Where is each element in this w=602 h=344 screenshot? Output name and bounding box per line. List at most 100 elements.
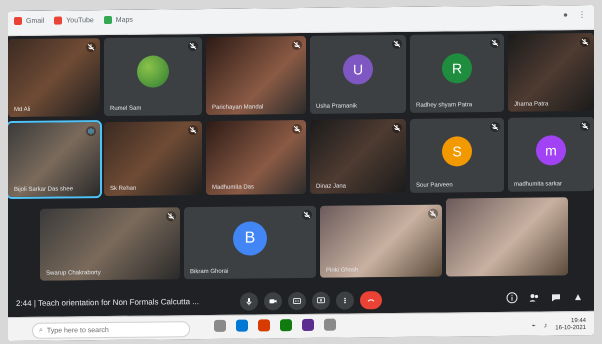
bookmark-gmail[interactable]: Gmail	[14, 16, 45, 26]
participant-name: madhumita sarkar	[514, 181, 563, 188]
participant-tile-speaking[interactable]: Bijoli Sarkar Das shee	[8, 120, 102, 200]
mic-muted-icon	[188, 41, 198, 52]
taskbar-app-icon[interactable]	[302, 318, 314, 331]
taskbar-apps	[214, 318, 336, 332]
taskbar-app-icon[interactable]	[236, 319, 248, 332]
participant-name: Swarup Chakraborty	[46, 270, 101, 277]
participant-tile[interactable]: Pinki Ghosh	[320, 204, 442, 278]
taskbar-app-icon[interactable]	[324, 318, 336, 331]
youtube-icon	[54, 16, 63, 25]
volume-icon[interactable]: ♪	[544, 322, 548, 329]
participant-tile[interactable]: Rumel Sam	[104, 37, 202, 117]
bookmark-label: Maps	[115, 16, 133, 24]
participant-tile[interactable]: Madhumita Das	[206, 119, 306, 195]
participant-name: Sour Parveen	[416, 182, 453, 189]
participant-avatar: B	[233, 221, 267, 256]
participant-avatar: m	[536, 134, 566, 166]
participant-tile[interactable]: m madhumita sarkar	[508, 116, 594, 192]
search-icon: ⌕	[39, 326, 43, 334]
taskbar-app-icon[interactable]	[280, 319, 292, 332]
participant-tile[interactable]: B Bikram Ghorai	[184, 205, 316, 280]
participant-name: Dinaz Jana	[316, 183, 347, 190]
mic-speaking-icon	[86, 126, 96, 137]
search-placeholder: Type here to search	[46, 326, 109, 335]
people-icon[interactable]	[528, 291, 540, 303]
participant-tile[interactable]: Md Ali	[8, 38, 100, 118]
participant-name: Usha Pramanik	[316, 103, 358, 110]
video-feed	[206, 35, 306, 115]
activities-icon[interactable]	[572, 291, 584, 303]
taskbar-search[interactable]: ⌕ Type here to search	[32, 321, 190, 339]
microphone-button[interactable]	[240, 292, 258, 311]
taskbar-clock[interactable]: 19:44 16-10-2021	[555, 318, 586, 332]
more-options-button[interactable]	[336, 291, 354, 310]
participant-name: Madhumita Das	[212, 184, 255, 191]
participant-tile[interactable]: R Radhey shyam Patra	[410, 33, 504, 113]
end-call-icon	[367, 299, 375, 302]
captions-button[interactable]	[288, 291, 306, 311]
windows-taskbar: ⌕ Type here to search ⌁ ♪ 19:44 16-10-20…	[8, 310, 594, 342]
meeting-controls	[240, 291, 382, 311]
participant-avatar: S	[442, 135, 472, 167]
taskbar-date: 16-10-2021	[555, 325, 586, 332]
bookmark-maps[interactable]: Maps	[103, 15, 133, 25]
participant-tile[interactable]: Parichayan Mandal	[206, 35, 306, 115]
bookmark-label: YouTube	[66, 16, 94, 24]
mic-muted-icon	[392, 122, 402, 134]
info-icon[interactable]	[506, 292, 518, 304]
bookmarks-list: Gmail YouTube Maps	[14, 15, 133, 26]
bookmark-label: Gmail	[26, 17, 45, 25]
camera-icon	[269, 299, 277, 304]
mic-muted-icon	[292, 123, 302, 135]
mic-muted-icon	[490, 37, 500, 49]
camera-button[interactable]	[264, 292, 282, 311]
leave-call-button[interactable]	[360, 291, 382, 310]
participant-name: Sk Rehan	[110, 185, 137, 193]
participant-tile[interactable]: Jharna Patra	[508, 32, 594, 112]
participant-tile[interactable]: Dinaz Jana	[310, 118, 406, 194]
monitor-frame: Gmail YouTube Maps ● ⋮ Md Ali Rumel Sam …	[0, 0, 602, 344]
captions-icon	[293, 298, 301, 304]
browser-bookmarks-bar: Gmail YouTube Maps ● ⋮	[8, 4, 594, 37]
taskbar-app-icon[interactable]	[258, 319, 270, 332]
system-tray: ⌁ ♪ 19:44 16-10-2021	[532, 318, 586, 333]
maps-icon	[103, 15, 112, 25]
mic-muted-icon	[580, 36, 590, 48]
participant-tile[interactable]: Sk Rehan	[104, 121, 202, 197]
participant-name: Bikram Ghorai	[190, 268, 229, 276]
present-button[interactable]	[312, 291, 330, 310]
chat-icon[interactable]	[550, 291, 562, 303]
video-feed	[206, 119, 306, 195]
menu-icon[interactable]: ⋮	[578, 10, 586, 19]
meeting-time: 2:44	[16, 298, 32, 308]
meeting-title-text: 2:44 | Teach orientation for Non Formals…	[16, 297, 199, 308]
profile-icon[interactable]: ●	[563, 10, 568, 19]
participant-name: Parichayan Mandal	[212, 104, 264, 111]
participant-name: Bijoli Sarkar Das shee	[14, 186, 74, 194]
participant-tile[interactable]: S Sour Parveen	[410, 117, 504, 193]
self-view-tile[interactable]	[446, 197, 568, 277]
participant-name: Radhey shyam Patra	[416, 102, 473, 109]
participants-grid: Md Ali Rumel Sam Parichayan Mandal U Ush…	[8, 32, 594, 291]
mic-muted-icon	[302, 209, 312, 220]
mic-muted-icon	[428, 208, 438, 219]
participant-tile[interactable]: U Usha Pramanik	[310, 34, 406, 114]
mic-muted-icon	[580, 120, 590, 132]
meeting-right-icons	[506, 291, 584, 304]
participant-avatar: R	[442, 53, 472, 84]
gmail-icon	[14, 16, 22, 26]
participant-avatar: U	[343, 54, 373, 85]
mic-muted-icon	[188, 125, 198, 136]
wifi-icon[interactable]: ⌁	[532, 322, 536, 330]
participant-name: Rumel Sam	[110, 105, 142, 113]
browser-right-icons: ● ⋮	[563, 10, 586, 19]
bookmark-youtube[interactable]: YouTube	[54, 16, 94, 25]
mic-muted-icon	[86, 42, 96, 53]
participant-name: Pinki Ghosh	[326, 267, 359, 274]
screen: Gmail YouTube Maps ● ⋮ Md Ali Rumel Sam …	[8, 4, 594, 342]
participant-tile[interactable]: Swarup Chakraborty	[40, 207, 180, 281]
profile-photo	[137, 55, 169, 89]
taskbar-app-icon[interactable]	[214, 319, 226, 332]
mic-muted-icon	[490, 121, 500, 133]
microphone-icon	[246, 298, 252, 306]
